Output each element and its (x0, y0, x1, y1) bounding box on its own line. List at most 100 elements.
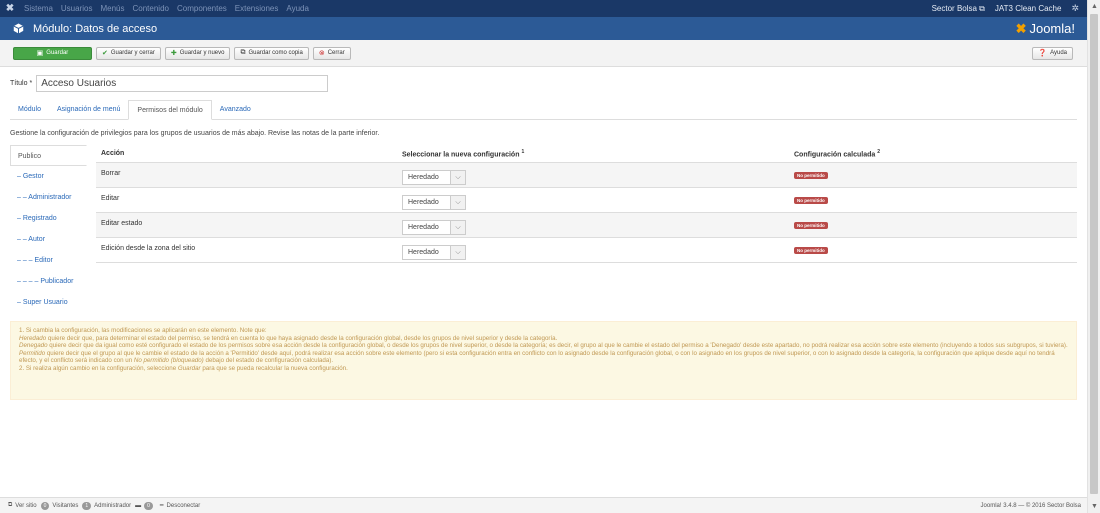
tab-asignacion-menu[interactable]: Asignación de menú (49, 100, 128, 119)
joomla-icon[interactable]: ✖ (0, 0, 20, 17)
site-link[interactable]: Sector Bolsa ⧉ (932, 4, 985, 14)
calculated-cell: No permitido (791, 196, 1077, 204)
note-term: Heredado (19, 334, 47, 342)
group-super-usuario[interactable]: – Super Usuario (10, 292, 87, 313)
user-groups-list: Publico – Gestor – – Administrador – Reg… (10, 145, 87, 312)
group-registrado[interactable]: – Registrado (10, 208, 87, 229)
save-copy-button[interactable]: ⧉ Guardar como copia (234, 46, 309, 60)
external-link-icon: ⧉ (8, 502, 13, 508)
setting-cell: Heredado ⌵ (397, 165, 791, 185)
action-name: Editar (101, 195, 120, 202)
menu-item-componentes[interactable]: Componentes (173, 0, 231, 17)
status-badge: No permitido (794, 221, 828, 229)
tab-permisos[interactable]: Permisos del módulo (128, 100, 212, 120)
table-row: Borrar Heredado ⌵ No permitido (96, 163, 1077, 188)
close-button[interactable]: ⊗ Cerrar (312, 46, 351, 60)
note-text: debajo del estado de configuración calcu… (203, 357, 334, 364)
action-name: Edición desde la zona del sitio (101, 245, 196, 252)
setting-cell: Heredado ⌵ (397, 240, 791, 260)
menu-item-ayuda[interactable]: Ayuda (282, 0, 313, 17)
group-publico[interactable]: Publico (10, 145, 87, 166)
logout-label: Desconectar (166, 502, 201, 509)
save-new-label: Guardar y nuevo (179, 50, 225, 56)
setting-select[interactable]: Heredado ⌵ (402, 195, 466, 210)
menu-item-sistema[interactable]: Sistema (20, 0, 57, 17)
note-text: 2. Si realiza algún cambio en la configu… (19, 364, 178, 372)
minus-icon: ━ (159, 503, 164, 509)
setting-value: Heredado (408, 199, 439, 206)
table-header: Acción Seleccionar la nueva configuració… (96, 145, 1077, 163)
note-term: No permitido (bloqueado) (133, 357, 204, 364)
note-line: Heredado quiere decir que, para determin… (19, 335, 1068, 343)
setting-select[interactable]: Heredado ⌵ (402, 245, 466, 260)
setting-cell: Heredado ⌵ (397, 190, 791, 210)
page-header: Módulo: Datos de acceso ✖ Joomla! (0, 17, 1087, 40)
save-label: Guardar (46, 50, 69, 56)
cube-icon (11, 22, 25, 36)
note-term: Guardar (177, 364, 201, 372)
tab-avanzado[interactable]: Avanzado (212, 100, 259, 119)
setting-select[interactable]: Heredado ⌵ (402, 220, 466, 235)
title-label: Título * (10, 80, 33, 87)
visitors-status: 0 Visitantes (40, 501, 79, 510)
group-editor[interactable]: – – – Editor (10, 250, 87, 271)
menu-item-usuarios[interactable]: Usuarios (57, 0, 97, 17)
setting-value: Heredado (408, 174, 439, 181)
action-name: Borrar (101, 170, 121, 177)
title-input[interactable] (36, 75, 329, 92)
save-new-button[interactable]: ✚ Guardar y nuevo (164, 46, 231, 60)
visitors-label: Visitantes (52, 502, 79, 509)
messages-status[interactable]: ▬ 0 (135, 501, 156, 510)
group-autor[interactable]: – – Autor (10, 229, 87, 250)
header-calculated-label: Configuración calculada (794, 151, 876, 159)
note-term: Permitido (19, 349, 46, 357)
footnote-1: 1 (521, 148, 525, 155)
help-button[interactable]: ❓ Ayuda (1032, 46, 1073, 60)
group-gestor[interactable]: – Gestor (10, 166, 87, 187)
page-title: Módulo: Datos de acceso (33, 22, 158, 35)
note-text: para que se pueda recalcular la nueva co… (200, 364, 348, 372)
chevron-down-icon: ⌵ (450, 221, 465, 234)
top-menu-right: Sector Bolsa ⧉ JAT3 Clean Cache ✲ (932, 3, 1087, 14)
joomla-logo-text: Joomla! (1029, 21, 1075, 36)
tab-bar: Módulo Asignación de menú Permisos del m… (10, 100, 1077, 120)
clean-cache-link[interactable]: JAT3 Clean Cache (995, 4, 1062, 13)
setting-value: Heredado (408, 249, 439, 256)
tab-modulo[interactable]: Módulo (10, 100, 49, 119)
visitors-count: 0 (40, 501, 50, 510)
permissions-intro: Gestione la configuración de privilegios… (10, 130, 380, 137)
menu-item-menus[interactable]: Menús (96, 0, 128, 17)
view-site-link[interactable]: ⧉ Ver sitio (8, 502, 37, 509)
save-close-button[interactable]: ✔ Guardar y cerrar (96, 46, 161, 60)
menu-item-extensiones[interactable]: Extensiones (231, 0, 283, 17)
title-field-row: Título * (10, 75, 329, 92)
check-icon: ✔ (102, 50, 108, 57)
group-administrador[interactable]: – – Administrador (10, 187, 87, 208)
gear-icon[interactable]: ✲ (1071, 3, 1079, 14)
group-publicador[interactable]: – – – – Publicador (10, 271, 87, 292)
scroll-up-icon[interactable]: ▲ (1088, 0, 1100, 13)
menu-item-contenido[interactable]: Contenido (129, 0, 173, 17)
view-site-label: Ver sitio (15, 502, 37, 509)
scrollbar-thumb[interactable] (1090, 14, 1098, 494)
setting-value: Heredado (408, 224, 439, 231)
save-icon: ▣ (36, 50, 44, 57)
setting-select[interactable]: Heredado ⌵ (402, 170, 466, 185)
save-button[interactable]: ▣ Guardar (13, 46, 92, 60)
joomla-logo: ✖ Joomla! (1016, 21, 1075, 37)
calculated-cell: No permitido (791, 246, 1077, 254)
status-badge: No permitido (794, 171, 828, 179)
envelope-icon: ▬ (135, 502, 142, 509)
help-label: Ayuda (1050, 50, 1067, 56)
status-badge: No permitido (794, 246, 828, 254)
note-text: quiere decir que da igual como esté conf… (47, 342, 1068, 349)
calculated-cell: No permitido (791, 171, 1077, 179)
status-badge: No permitido (794, 196, 828, 204)
logout-link[interactable]: ━ Desconectar (159, 502, 201, 510)
scroll-down-icon[interactable]: ▼ (1088, 500, 1100, 513)
permissions-notes: 1. Si cambia la configuración, las modif… (10, 321, 1077, 400)
vertical-scrollbar[interactable]: ▲ ▼ (1087, 0, 1100, 513)
table-row: Edición desde la zona del sitio Heredado… (96, 238, 1077, 263)
close-icon: ⊗ (318, 50, 325, 57)
toolbar: ▣ Guardar ✔ Guardar y cerrar ✚ Guardar y… (0, 40, 1087, 67)
